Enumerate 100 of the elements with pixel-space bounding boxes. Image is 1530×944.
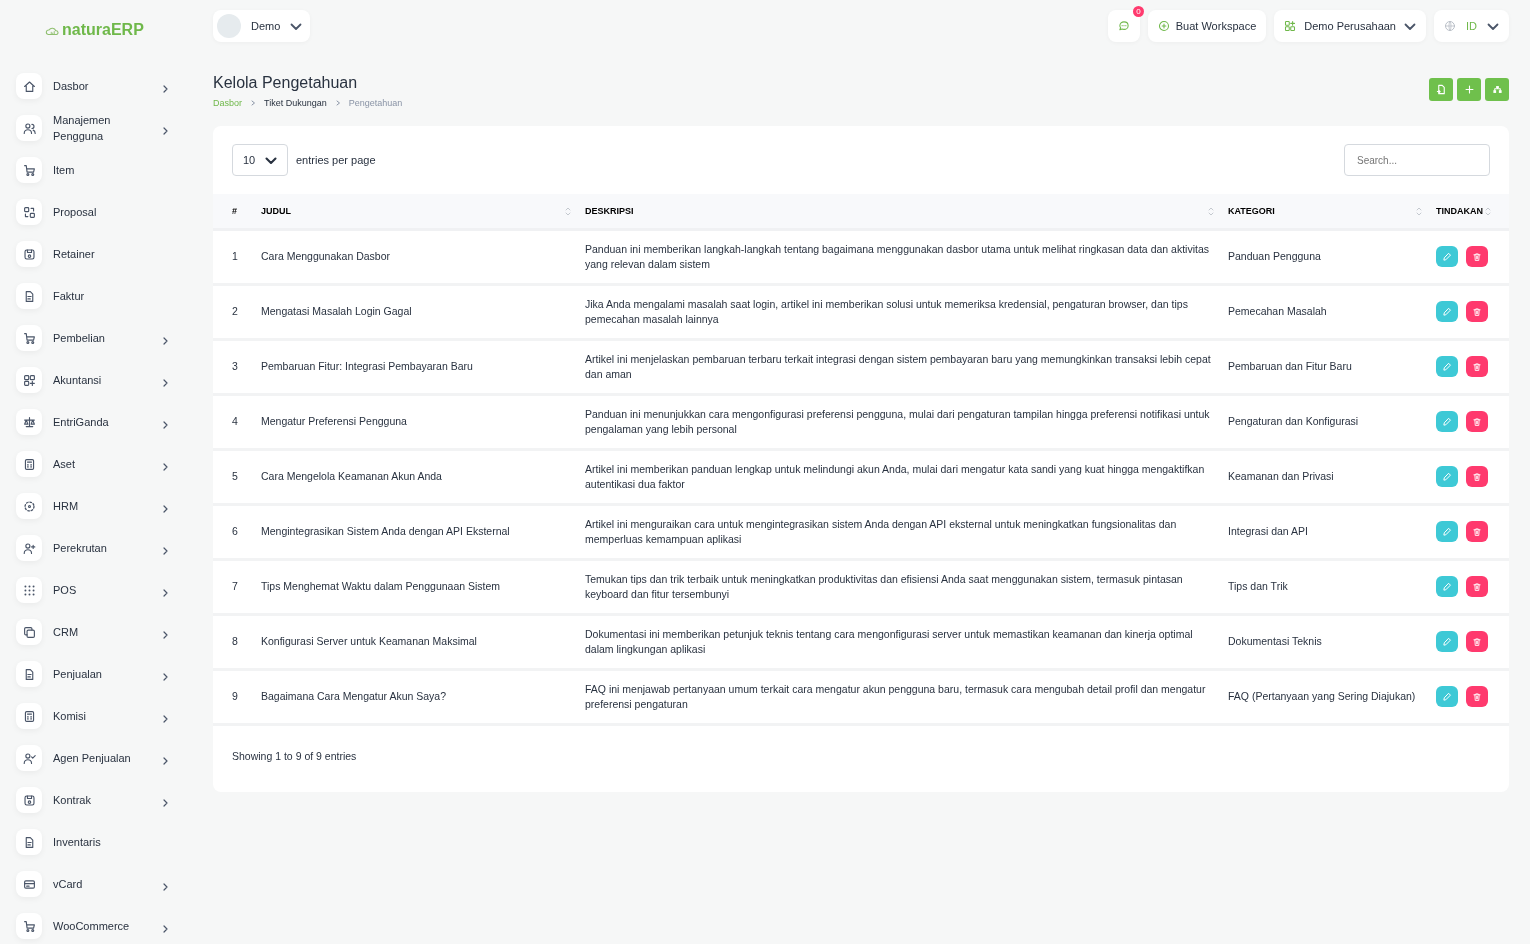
pencil-icon [1442,691,1452,702]
sidebar-item[interactable]: Inventaris [16,826,200,858]
column-header[interactable]: TINDAKAN [1430,194,1509,229]
delete-button[interactable] [1466,301,1488,322]
sidebar-item[interactable]: Agen Penjualan [16,742,200,774]
edit-button[interactable] [1436,246,1458,267]
edit-button[interactable] [1436,466,1458,487]
table-cell: FAQ (Pertanyaan yang Sering Diajukan) [1222,669,1430,724]
import-button[interactable] [1429,78,1453,101]
sidebar-item[interactable]: Aset [16,448,200,480]
avatar-circle [217,14,241,38]
pencil-icon [1442,526,1452,537]
user-check-icon [22,751,36,765]
notification-badge: 0 [1133,6,1144,17]
sidebar-item[interactable]: Retainer [16,238,200,270]
column-header[interactable]: DESKRIPSI [579,194,1222,229]
edit-button[interactable] [1436,356,1458,377]
delete-button[interactable] [1466,246,1488,267]
edit-button[interactable] [1436,411,1458,432]
sidebar-item[interactable]: Item [16,154,200,186]
sidebar-item[interactable]: Manajemen Pengguna [16,112,200,144]
column-header[interactable]: JUDUL [255,194,579,229]
user-menu[interactable]: Demo [213,10,311,42]
sidebar-item[interactable]: CRM [16,616,200,648]
page-size-select[interactable]: 10 [232,144,288,176]
sidebar-item[interactable]: WooCommerce [16,910,200,942]
sidebar-item[interactable]: Komisi [16,700,200,732]
chat-icon [1117,20,1130,32]
grid-plus-icon [22,373,36,387]
sort-icon [1485,206,1491,217]
table-cell: 2 [213,284,255,339]
sidebar-item[interactable]: POS [16,574,200,606]
hierarchy-button[interactable] [1485,78,1509,101]
sort-icon [565,206,571,217]
column-header[interactable]: KATEGORI [1222,194,1430,229]
table-cell: 5 [213,449,255,504]
hierarchy-icon [1491,84,1503,95]
sidebar-item[interactable]: Penjualan [16,658,200,690]
sidebar-item[interactable]: EntriGanda [16,406,200,438]
trash-icon [1472,636,1482,647]
floppy-icon [22,247,36,261]
delete-button[interactable] [1466,411,1488,432]
table-cell: Jika Anda mengalami masalah saat login, artikel ini memberikan solusi untuk memeriksa kredensial, pengaturan browser, dan tips pemecahan masalah lainnya [579,284,1222,339]
sidebar-item[interactable]: Faktur [16,280,200,312]
table-cell: 6 [213,504,255,559]
sort-icon [1208,206,1214,217]
add-button[interactable] [1457,78,1481,101]
trash-icon [1472,691,1482,702]
table-cell: Artikel ini memberikan panduan lengkap untuk melindungi akun Anda, mulai dari mengatur kata sandi yang kuat hingga mengaktifkan autentikasi dua faktor [579,449,1222,504]
table-cell: Pembaruan Fitur: Integrasi Pembayaran Baru [255,339,579,394]
delete-button[interactable] [1466,686,1488,707]
globe-icon [1444,20,1456,32]
page-title: Kelola Pengetahuan [213,74,359,92]
calculator-icon [22,457,36,471]
column-header[interactable]: # [213,194,255,229]
breadcrumb-link[interactable]: Tiket Dukungan [264,98,327,108]
breadcrumb-current: Pengetahuan [348,98,403,108]
brand-name: naturaERP [62,21,144,39]
cart-icon [22,331,36,345]
table-cell: 7 [213,559,255,614]
floppy-icon [22,793,36,807]
edit-button[interactable] [1436,576,1458,597]
search-field[interactable]: Search... [1344,144,1490,176]
trash-icon [1472,581,1482,592]
sidebar-item[interactable]: vCard [16,868,200,900]
sidebar-item[interactable]: Akuntansi [16,364,200,396]
pencil-icon [1442,636,1452,647]
file-icon [1435,84,1447,95]
table-cell: Cara Mengelola Keamanan Akun Anda [255,449,579,504]
dots-grid-icon [22,583,36,597]
delete-button[interactable] [1466,356,1488,377]
edit-button[interactable] [1436,631,1458,652]
table-cell: Artikel ini menguraikan cara untuk mengintegrasikan sistem Anda dengan API eksternal untuk meningkatkan fungsionalitas dan memperluas kemampuan aplikasi [579,504,1222,559]
table-cell: FAQ ini menjawab pertanyaan umum terkait cara mengatur akun pengguna baru, termasuk cara mengubah detail profil dan mengatur preferensi pengaturan [579,669,1222,724]
sidebar-item[interactable]: Perekrutan [16,532,200,564]
delete-button[interactable] [1466,466,1488,487]
delete-button[interactable] [1466,576,1488,597]
trash-icon [1472,251,1482,262]
edit-button[interactable] [1436,301,1458,322]
company-selector[interactable]: Demo Perusahaan [1274,10,1426,42]
sidebar-item[interactable]: HRM [16,490,200,522]
edit-button[interactable] [1436,686,1458,707]
sidebar-item[interactable]: Proposal [16,196,200,228]
table-cell: Mengintegrasikan Sistem Anda dengan API Eksternal [255,504,579,559]
delete-button[interactable] [1466,521,1488,542]
sidebar-item[interactable]: Pembelian [16,322,200,354]
sidebar-item[interactable]: Kontrak [16,784,200,816]
entries-summary: Showing 1 to 9 of 9 entries [231,748,358,762]
cart-icon [22,919,36,933]
sidebar-item[interactable]: Dasbor [16,70,200,102]
edit-button[interactable] [1436,521,1458,542]
pencil-icon [1442,251,1452,262]
table-cell: Konfigurasi Server untuk Keamanan Maksimal [255,614,579,669]
delete-button[interactable] [1466,631,1488,652]
user-plus-icon [22,541,36,555]
plus-circle-icon [1157,20,1170,32]
breadcrumb-separator-icon [334,100,341,106]
pencil-icon [1442,581,1452,592]
calculator-icon [22,709,36,723]
create-workspace-button[interactable]: Buat Workspace [1147,10,1267,42]
